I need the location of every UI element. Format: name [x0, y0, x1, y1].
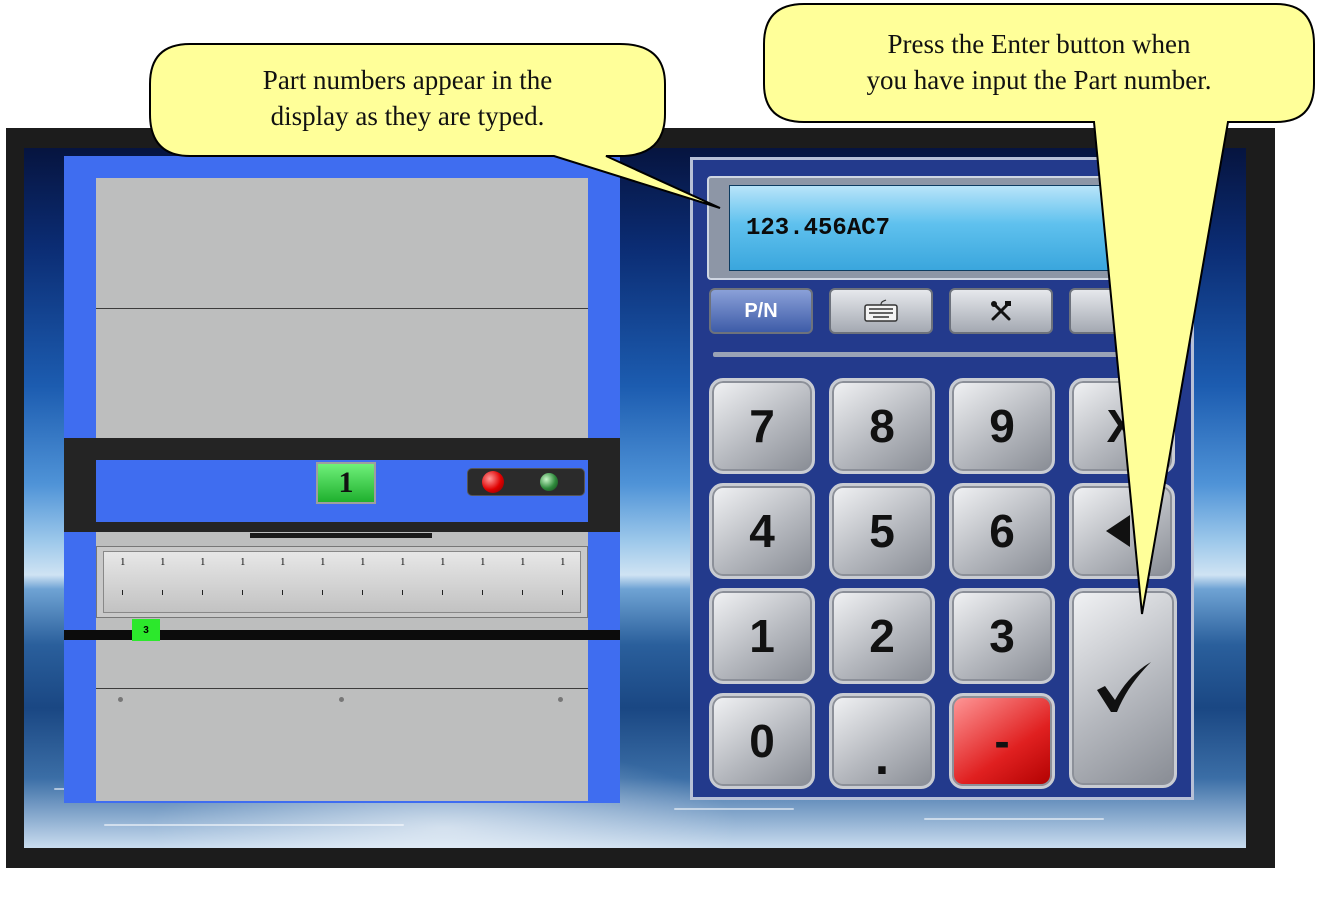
green-go-light-icon[interactable]: [540, 473, 558, 491]
tray[interactable]: [96, 546, 588, 618]
checkmark-icon: [1097, 662, 1151, 712]
minus-key[interactable]: -: [949, 693, 1055, 789]
carousel-machine: 1 3: [64, 156, 620, 803]
key-label: 0: [749, 715, 775, 767]
status-lights: [467, 468, 585, 496]
tray-handle: [250, 533, 432, 538]
decimal-key[interactable]: .: [829, 693, 935, 789]
enter-callout-line1: Press the Enter button when: [887, 29, 1191, 59]
display-callout-line1: Part numbers appear in the: [262, 65, 553, 95]
enter-callout: Press the Enter button when you have inp…: [763, 3, 1324, 644]
screw-icon: [558, 697, 563, 702]
display-callout-line2: display as they are typed.: [270, 101, 545, 131]
enter-callout-line2: you have input the Part number.: [866, 65, 1212, 95]
tray-dividers: [103, 551, 581, 613]
display-callout: Part numbers appear in the display as th…: [149, 43, 750, 244]
key-0[interactable]: 0: [709, 693, 815, 789]
tray-location-tag[interactable]: 3: [132, 619, 160, 641]
station-number-button[interactable]: 1: [316, 462, 376, 504]
red-stop-light-icon[interactable]: [482, 471, 504, 493]
key-label: -: [994, 715, 1010, 767]
screw-icon: [339, 697, 344, 702]
screw-icon: [118, 697, 123, 702]
key-label: .: [874, 728, 890, 786]
